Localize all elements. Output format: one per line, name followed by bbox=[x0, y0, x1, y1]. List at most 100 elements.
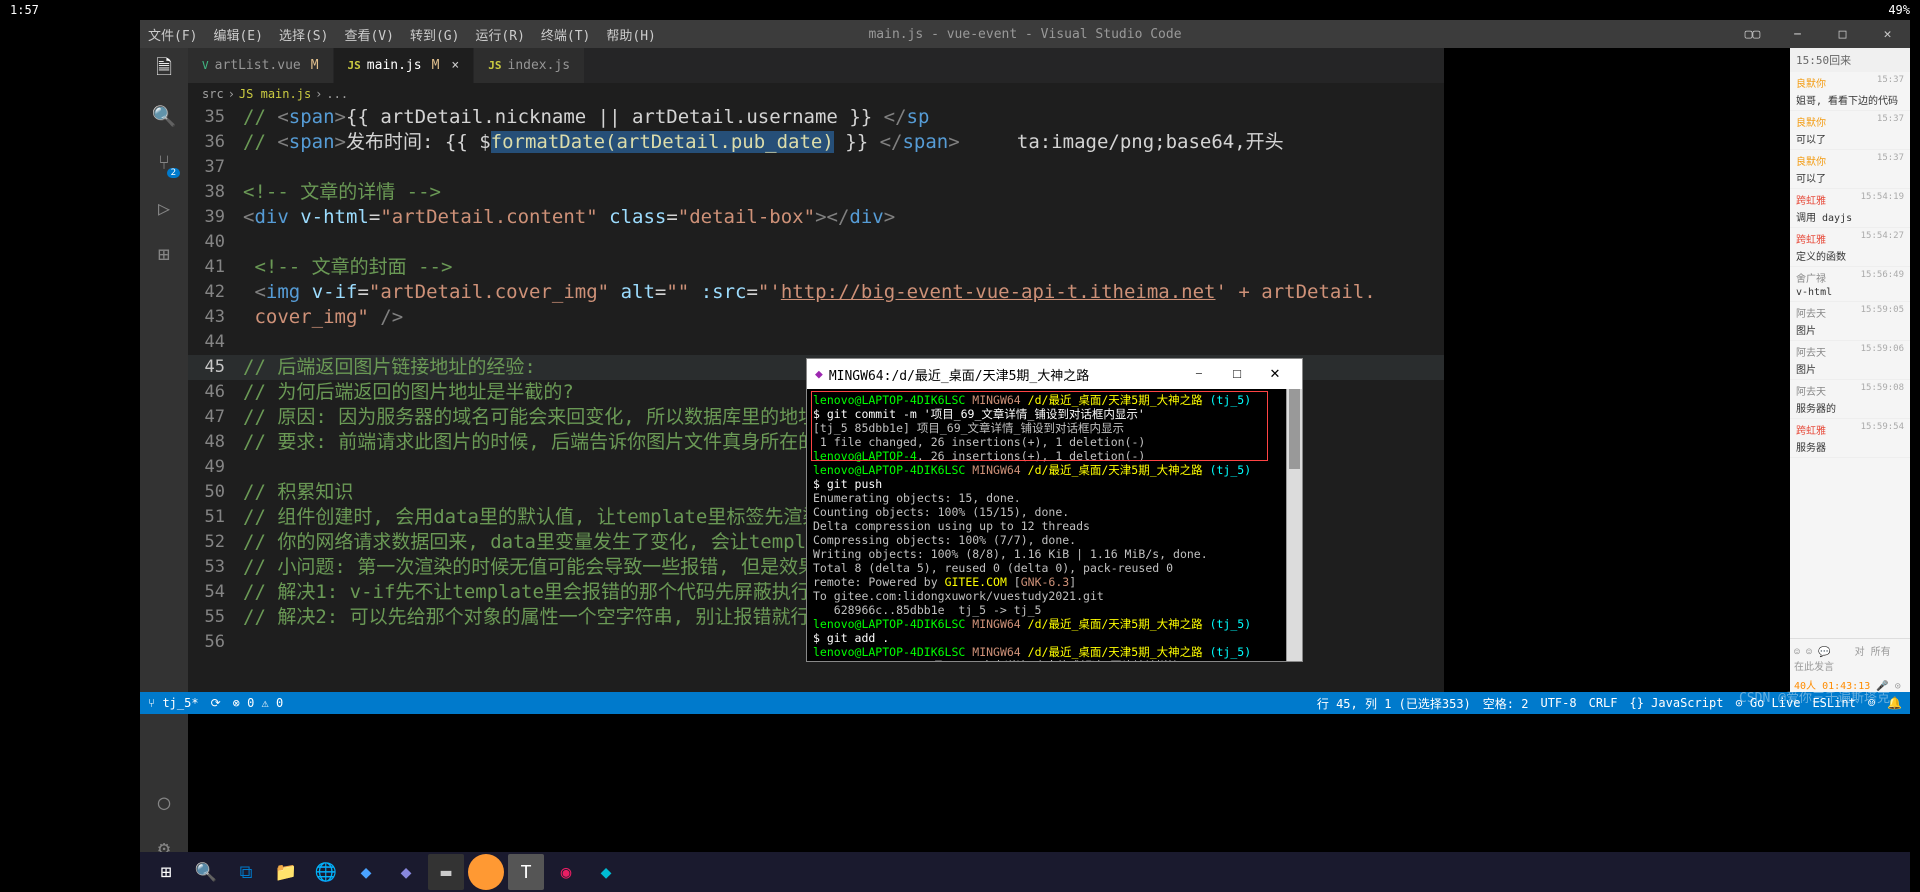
vue-icon: V bbox=[202, 59, 209, 72]
phone-status-bar: 1:57 49% bbox=[0, 0, 1920, 20]
terminal-line: remote: Powered by GITEE.COM [GNK-6.3] bbox=[813, 575, 1296, 589]
terminal-taskbar-icon[interactable]: ▬ bbox=[428, 854, 464, 890]
terminal-icon: ◆ bbox=[815, 367, 823, 382]
status-branch[interactable]: ⑂ tj_5* bbox=[148, 696, 199, 710]
terminal-line: $ git push bbox=[813, 477, 1296, 491]
code-line[interactable]: 44 bbox=[188, 330, 1444, 355]
code-line[interactable]: 39<div v-html="artDetail.content" class=… bbox=[188, 205, 1444, 230]
vscode-menubar: 文件(F) 编辑(E) 选择(S) 查看(V) 转到(G) 运行(R) 终端(T… bbox=[140, 20, 1910, 48]
breadcrumb[interactable]: src› JS main.js› ... bbox=[188, 83, 1444, 105]
js-icon: JS bbox=[348, 59, 361, 72]
chat-message[interactable]: 良默你15:37可以了 bbox=[1790, 150, 1910, 189]
status-spaces[interactable]: 空格: 2 bbox=[1483, 695, 1529, 712]
status-time: 1:57 bbox=[10, 3, 39, 17]
start-button[interactable]: ⊞ bbox=[148, 854, 184, 890]
explorer-taskbar-icon[interactable]: 📁 bbox=[268, 854, 304, 890]
search-icon[interactable]: 🔍 bbox=[150, 102, 178, 130]
chat-panel: 15:50回来 良默你15:37姐哥, 看看下边的代码良默你15:37可以了良默… bbox=[1790, 48, 1910, 696]
app5-taskbar-icon[interactable]: ◉ bbox=[548, 854, 584, 890]
chat-message[interactable]: 跨虹雅15:54:27定义的函数 bbox=[1790, 228, 1910, 267]
status-sync[interactable]: ⟳ bbox=[211, 696, 221, 710]
highlight-box bbox=[811, 391, 1268, 461]
code-line[interactable]: 42 <img v-if="artDetail.cover_img" alt="… bbox=[188, 280, 1444, 305]
code-line[interactable]: 37 bbox=[188, 155, 1444, 180]
terminal-line: lenovo@LAPTOP-4DIK6LSC MINGW64 /d/最近_桌面/… bbox=[813, 617, 1296, 631]
menu-go[interactable]: 转到(G) bbox=[402, 25, 467, 44]
layout-icon[interactable]: ▢▢ bbox=[1730, 27, 1775, 42]
terminal-line: lenovo@LAPTOP-4DIK6LSC MINGW64 /d/最近_桌面/… bbox=[813, 645, 1296, 659]
terminal-line: Delta compression using up to 12 threads bbox=[813, 519, 1296, 533]
menu-terminal[interactable]: 终端(T) bbox=[533, 25, 598, 44]
app2-taskbar-icon[interactable]: ◆ bbox=[388, 854, 424, 890]
chrome-taskbar-icon[interactable]: 🌐 bbox=[308, 854, 344, 890]
term-minimize-button[interactable]: − bbox=[1180, 366, 1218, 382]
chat-time-header: 15:50回来 bbox=[1790, 48, 1910, 72]
status-cursor[interactable]: 行 45, 列 1 (已选择353) bbox=[1317, 695, 1471, 712]
status-bar: ⑂ tj_5* ⟳ ⊗ 0 ⚠ 0 行 45, 列 1 (已选择353) 空格:… bbox=[140, 692, 1910, 714]
app-taskbar-icon[interactable]: ◆ bbox=[348, 854, 384, 890]
status-eol[interactable]: CRLF bbox=[1589, 696, 1618, 710]
chat-message[interactable]: 跨虹雅15:59:54服务器 bbox=[1790, 419, 1910, 458]
accounts-icon[interactable]: ◯ bbox=[150, 788, 178, 816]
term-close-button[interactable]: ✕ bbox=[1256, 366, 1294, 382]
code-line[interactable]: 36// <span>发布时间: {{ $formatDate(artDetai… bbox=[188, 130, 1444, 155]
menu-help[interactable]: 帮助(H) bbox=[598, 25, 663, 44]
js-icon: JS bbox=[488, 59, 501, 72]
chat-message[interactable]: 跨虹雅15:54:19调用 dayjs bbox=[1790, 189, 1910, 228]
windows-taskbar: ⊞ 🔍 ⧉ 📁 🌐 ◆ ◆ ▬ T ◉ ◆ bbox=[140, 852, 1910, 892]
menu-run[interactable]: 运行(R) bbox=[467, 25, 532, 44]
code-line[interactable]: 35// <span>{{ artDetail.nickname || artD… bbox=[188, 105, 1444, 130]
maximize-button[interactable]: □ bbox=[1820, 27, 1865, 42]
explorer-icon[interactable]: 🗎 bbox=[150, 56, 178, 84]
chat-message[interactable]: 良默你15:37姐哥, 看看下边的代码 bbox=[1790, 72, 1910, 111]
terminal-body[interactable]: lenovo@LAPTOP-4DIK6LSC MINGW64 /d/最近_桌面/… bbox=[807, 389, 1302, 661]
terminal-line: $ git add . bbox=[813, 631, 1296, 645]
code-line[interactable]: 38<!-- 文章的详情 --> bbox=[188, 180, 1444, 205]
git-bash-terminal: ◆ MINGW64:/d/最近_桌面/天津5期_大神之路 − □ ✕ lenov… bbox=[806, 358, 1303, 662]
status-language[interactable]: {} JavaScript bbox=[1630, 696, 1724, 710]
tab-main-js[interactable]: JS main.js M × bbox=[334, 48, 475, 83]
chat-message[interactable]: 阿去天15:59:08服务器的 bbox=[1790, 380, 1910, 419]
terminal-header: ◆ MINGW64:/d/最近_桌面/天津5期_大神之路 − □ ✕ bbox=[807, 359, 1302, 389]
search-taskbar-icon[interactable]: 🔍 bbox=[188, 854, 224, 890]
chat-input-hint[interactable]: 在此发言 bbox=[1794, 658, 1906, 673]
app4-taskbar-icon[interactable]: T bbox=[508, 854, 544, 890]
app3-taskbar-icon[interactable] bbox=[468, 854, 504, 890]
app6-taskbar-icon[interactable]: ◆ bbox=[588, 854, 624, 890]
terminal-line: lenovo@LAPTOP-4DIK6LSC MINGW64 /d/最近_桌面/… bbox=[813, 463, 1296, 477]
code-line[interactable]: 43 cover_img" /> bbox=[188, 305, 1444, 330]
chat-message[interactable]: 舍广禄15:56:49v-html bbox=[1790, 267, 1910, 302]
tab-close-icon[interactable]: × bbox=[451, 58, 459, 73]
term-maximize-button[interactable]: □ bbox=[1218, 366, 1256, 382]
status-problems[interactable]: ⊗ 0 ⚠ 0 bbox=[233, 696, 284, 710]
terminal-line: Enumerating objects: 15, done. bbox=[813, 491, 1296, 505]
menu-file[interactable]: 文件(F) bbox=[140, 25, 205, 44]
terminal-scrollbar[interactable] bbox=[1286, 389, 1302, 661]
tab-index-js[interactable]: JS index.js bbox=[474, 48, 585, 83]
code-line[interactable]: 41 <!-- 文章的封面 --> bbox=[188, 255, 1444, 280]
debug-icon[interactable]: ▷ bbox=[150, 194, 178, 222]
chat-message[interactable]: 阿去天15:59:05图片 bbox=[1790, 302, 1910, 341]
extensions-icon[interactable]: ⊞ bbox=[150, 240, 178, 268]
vscode-taskbar-icon[interactable]: ⧉ bbox=[228, 854, 264, 890]
chat-message[interactable]: 阿去天15:59:06图片 bbox=[1790, 341, 1910, 380]
status-encoding[interactable]: UTF-8 bbox=[1540, 696, 1576, 710]
code-line[interactable]: 40 bbox=[188, 230, 1444, 255]
menu-edit[interactable]: 编辑(E) bbox=[205, 25, 270, 44]
minimize-button[interactable]: − bbox=[1775, 27, 1820, 42]
editor-tabs: V artList.vue M JS main.js M × JS index.… bbox=[188, 48, 1444, 83]
window-title: main.js - vue-event - Visual Studio Code bbox=[868, 27, 1181, 42]
watermark: CSDN @爱你三千遍斯塔克 bbox=[1739, 687, 1890, 706]
chat-message[interactable]: 良默你15:37可以了 bbox=[1790, 111, 1910, 150]
scm-icon[interactable]: ⑂2 bbox=[150, 148, 178, 176]
tab-artlist[interactable]: V artList.vue M bbox=[188, 48, 334, 83]
scm-badge: 2 bbox=[167, 168, 180, 178]
terminal-line: 628966c..85dbb1e tj_5 -> tj_5 bbox=[813, 603, 1296, 617]
terminal-title: MINGW64:/d/最近_桌面/天津5期_大神之路 bbox=[829, 365, 1089, 384]
activity-bar: 🗎 🔍 ⑂2 ▷ ⊞ ◯ ⚙ bbox=[140, 48, 188, 872]
menu-view[interactable]: 查看(V) bbox=[336, 25, 401, 44]
close-button[interactable]: ✕ bbox=[1865, 27, 1910, 42]
terminal-line: $ git commit -m '项目_70_文章详情_内容格式解决_图片地址拼… bbox=[813, 659, 1296, 661]
menu-selection[interactable]: 选择(S) bbox=[271, 25, 336, 44]
terminal-line: Writing objects: 100% (8/8), 1.16 KiB | … bbox=[813, 547, 1296, 561]
